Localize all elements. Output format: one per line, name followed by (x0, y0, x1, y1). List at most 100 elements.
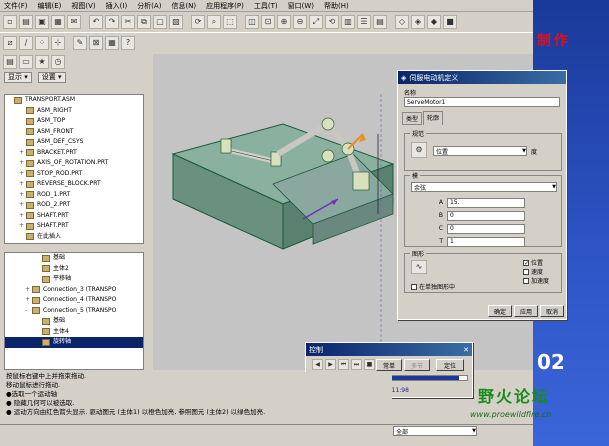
mechanism-tree-item[interactable]: 基础 (5, 253, 143, 264)
expand-icon[interactable]: + (19, 160, 25, 166)
tree-item[interactable]: + SHAFT.PRT (5, 221, 143, 232)
cut-icon[interactable]: ✂ (121, 15, 135, 29)
menu-item-1[interactable]: 编辑(E) (38, 1, 62, 11)
mechanism-tree-item[interactable]: 基础 (5, 316, 143, 327)
menu-item-7[interactable]: 工具(T) (254, 1, 278, 11)
expand-icon[interactable]: + (19, 191, 25, 198)
locate-button[interactable]: 定位 (436, 359, 464, 371)
expand-icon[interactable]: - (25, 307, 31, 314)
mechanism-tree-item[interactable]: 旋转轴 (5, 337, 143, 348)
step-back-icon[interactable]: ⏮ (338, 359, 349, 370)
model-tree-icon[interactable]: ▤ (3, 55, 17, 69)
filter-select[interactable]: 全部 ▼ (393, 426, 477, 436)
expand-icon[interactable]: + (19, 202, 25, 208)
regenerate-icon[interactable]: ⟳ (191, 15, 205, 29)
tree-item[interactable]: TRANSPORT.ASM (5, 95, 143, 106)
mechanism-tree-item[interactable]: 主体4 (5, 327, 143, 338)
annotation-icon[interactable]: ✎ (73, 35, 87, 50)
checkbox-box[interactable] (523, 277, 529, 284)
name-field[interactable]: ServeMotor1 (404, 97, 560, 107)
favorites-icon[interactable]: ★ (35, 55, 49, 69)
close-icon[interactable]: ✕ (463, 346, 469, 354)
plot-checkbox[interactable]: 加速度 (523, 276, 549, 285)
mechanism-tree-item[interactable]: + Connection_4 (TRANSPO (5, 295, 143, 306)
mechanism-tree-item[interactable]: 主体2 (5, 264, 143, 275)
note-icon[interactable]: ⊠ (89, 35, 103, 50)
shading-icon[interactable]: ■ (443, 15, 457, 29)
play-icon[interactable]: ▶ (325, 359, 336, 370)
tree-item[interactable]: ASM_FRONT (5, 127, 143, 138)
find-icon[interactable]: ⌕ (207, 15, 221, 29)
tree-item[interactable]: + STOP_ROD.PRT (5, 169, 143, 180)
menu-item-0[interactable]: 文件(F) (4, 1, 28, 11)
menu-item-6[interactable]: 应用程序(P) (206, 1, 244, 11)
zoom-window-icon[interactable]: ⊡ (261, 15, 275, 29)
menu-item-9[interactable]: 帮助(H) (324, 1, 349, 11)
coeff-field[interactable]: 0 (447, 210, 525, 221)
no-hidden-icon[interactable]: ◆ (427, 15, 441, 29)
tree-item[interactable]: 在此插入 (5, 232, 143, 243)
wireframe-icon[interactable]: ◇ (395, 15, 409, 29)
tree-item[interactable]: + BRACKET.PRT (5, 148, 143, 159)
expand-icon[interactable]: + (19, 149, 25, 156)
folder-icon[interactable]: ▭ (19, 55, 33, 69)
new-icon[interactable]: ▫ (3, 15, 17, 29)
zoom-out-icon[interactable]: ⊖ (293, 15, 307, 29)
coeff-field[interactable]: 15. (447, 197, 525, 208)
tab-profile[interactable]: 轮廓 (423, 111, 444, 125)
spec-select[interactable]: 位置 ▼ (433, 146, 527, 156)
module-select[interactable]: 余弦 ▼ (411, 182, 557, 192)
paste-icon[interactable]: ▢ (153, 15, 167, 29)
layers-icon[interactable]: ☰ (357, 15, 371, 29)
undo-icon[interactable]: ↶ (89, 15, 103, 29)
zoom-in-icon[interactable]: ⊕ (277, 15, 291, 29)
tree-item[interactable]: ASM_DEF_CSYS (5, 137, 143, 148)
table-icon[interactable]: ▦ (105, 35, 119, 50)
copy-icon[interactable]: ⧉ (137, 15, 151, 29)
view-manager-icon[interactable]: ▤ (373, 15, 387, 29)
menu-item-8[interactable]: 窗口(W) (288, 1, 314, 11)
expand-icon[interactable]: + (19, 181, 25, 187)
ok-button[interactable]: 确定 (488, 305, 512, 317)
mechanism-tree-item[interactable]: 平移轴 (5, 274, 143, 285)
multi-button[interactable]: 多节 (404, 359, 430, 371)
tree-item[interactable]: + ROD_1.PRT (5, 190, 143, 201)
settings-dropdown[interactable]: 设置 ▾ (37, 71, 66, 83)
expand-icon[interactable]: + (19, 223, 25, 229)
checkbox-box[interactable]: ✓ (523, 259, 529, 266)
hidden-line-icon[interactable]: ◈ (411, 15, 425, 29)
coeff-field[interactable]: 0 (447, 223, 525, 234)
repaint-icon[interactable]: ◫ (245, 15, 259, 29)
tree-item[interactable]: + ROD_2.PRT (5, 200, 143, 211)
help-icon[interactable]: ? (121, 35, 135, 50)
datum-csys-icon[interactable]: ⊹ (51, 35, 65, 50)
menu-item-2[interactable]: 视图(V) (71, 1, 95, 11)
menu-item-4[interactable]: 分析(A) (137, 1, 161, 11)
expand-icon[interactable]: + (25, 286, 31, 293)
separate-graph-checkbox[interactable]: 在单独图形中 (411, 282, 455, 291)
play-back-icon[interactable]: ◀ (312, 359, 323, 370)
tab-type[interactable]: 类型 (402, 112, 423, 125)
mechanism-tree-item[interactable]: + Connection_3 (TRANSPO (5, 285, 143, 296)
show-dropdown[interactable]: 显示 ▾ (4, 71, 32, 83)
tree-item[interactable]: + AXIS_OF_ROTATION.PRT (5, 158, 143, 169)
tree-item[interactable]: + SHAFT.PRT (5, 211, 143, 222)
reorient-icon[interactable]: ⟲ (325, 15, 339, 29)
menu-item-3[interactable]: 插入(I) (106, 1, 128, 11)
expand-icon[interactable]: + (19, 212, 25, 219)
print-icon[interactable]: ▦ (51, 15, 65, 29)
select-box-icon[interactable]: ⬚ (223, 15, 237, 29)
open-icon[interactable]: ▤ (19, 15, 33, 29)
plot-checkbox[interactable]: ✓ 位置 (523, 258, 549, 267)
tree-item[interactable]: ASM_RIGHT (5, 106, 143, 117)
plot-checkbox[interactable]: 速度 (523, 267, 549, 276)
quick-button[interactable]: 常单 (376, 359, 402, 371)
datum-plane-icon[interactable]: ⧄ (3, 35, 17, 50)
coeff-field[interactable]: 1 (447, 236, 525, 247)
paste-special-icon[interactable]: ▧ (169, 15, 183, 29)
graph-icon[interactable]: ∿ (411, 260, 427, 274)
checkbox-box[interactable] (523, 268, 529, 275)
saved-views-icon[interactable]: ▥ (341, 15, 355, 29)
refit-icon[interactable]: ⤢ (309, 15, 323, 29)
cancel-button[interactable]: 取消 (540, 305, 564, 317)
